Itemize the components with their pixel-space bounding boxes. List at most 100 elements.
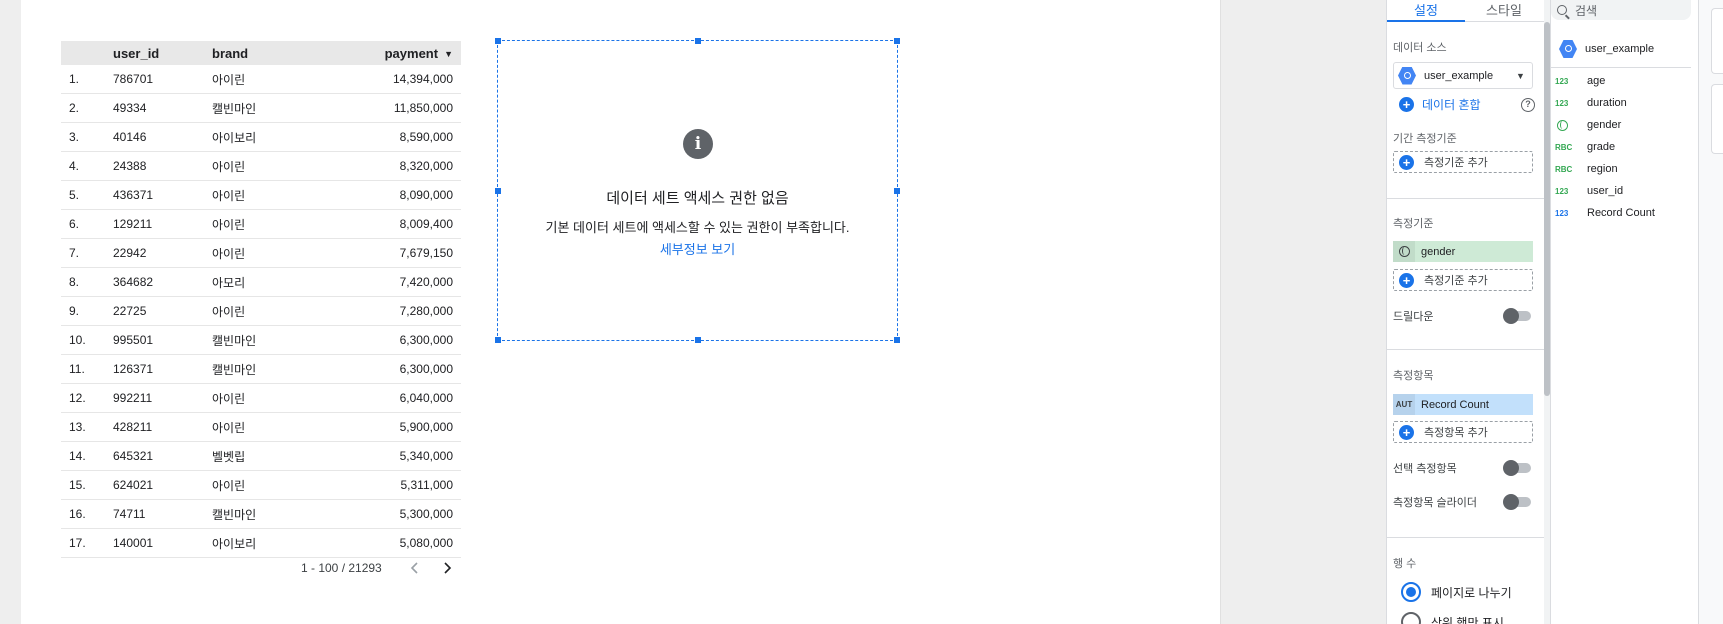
sort-desc-icon: ▼ [444,49,453,60]
table-row[interactable]: 3. 40146 아이보리 8,590,000 [61,123,461,152]
table-row[interactable]: 6. 129211 아이린 8,009,400 [61,210,461,239]
globe-icon [1393,241,1415,262]
field-item[interactable]: 123 user_id [1555,183,1623,199]
cell-brand: 아이린 [212,72,246,87]
row-index: 15. [69,478,86,492]
cell-brand: 아이린 [212,391,246,406]
cell-user-id: 624021 [113,478,154,492]
cell-payment: 14,394,000 [392,72,453,86]
bigquery-icon [1398,66,1416,85]
cell-brand: 아이린 [212,478,246,493]
add-date-dimension-button[interactable]: + 측정기준 추가 [1393,151,1533,173]
table-row[interactable]: 5. 436371 아이린 8,090,000 [61,181,461,210]
paginate-radio[interactable] [1401,582,1421,602]
table-pager: 1 - 100 / 21293 [301,558,461,578]
table-row[interactable]: 9. 22725 아이린 7,280,000 [61,297,461,326]
field-item[interactable]: 123 duration [1555,95,1627,111]
add-metric-label: 측정항목 추가 [1424,427,1488,439]
table-row[interactable]: 13. 428211 아이린 5,900,000 [61,413,461,442]
field-item[interactable]: 123 Record Count [1555,205,1655,221]
field-search-input[interactable]: 검색 [1551,0,1691,20]
cell-payment: 7,420,000 [399,275,453,289]
field-name: grade [1587,141,1616,153]
table-row[interactable]: 4. 24388 아이린 8,320,000 [61,152,461,181]
add-metric-button[interactable]: + 측정항목 추가 [1393,421,1533,443]
show-top-option[interactable]: 상위 행만 표시 [1401,612,1504,624]
date-range-label: 기간 측정기준 [1393,133,1457,145]
cell-brand: 벨벳립 [212,449,246,464]
drilldown-toggle[interactable] [1503,308,1531,324]
optional-metrics-label: 선택 측정항목 [1393,463,1457,475]
data-source-select[interactable]: user_example ▼ [1393,62,1533,89]
table-row[interactable]: 17. 140001 아이보리 5,080,000 [61,529,461,558]
cell-brand: 캘빈마인 [212,507,257,522]
table-row[interactable]: 12. 992211 아이린 6,040,000 [61,384,461,413]
cell-payment: 5,340,000 [399,449,453,463]
prev-page-icon[interactable] [404,558,426,578]
add-icon: + [1399,97,1414,112]
blend-data-button[interactable]: + 데이터 혼합 ? [1399,96,1535,113]
table-row[interactable]: 15. 624021 아이린 5,311,000 [61,471,461,500]
resize-handle-t[interactable] [695,38,701,44]
next-page-icon[interactable] [436,558,458,578]
metric-slider-toggle[interactable] [1503,494,1531,510]
add-dimension-button[interactable]: + 측정기준 추가 [1393,269,1533,291]
cell-payment: 5,311,000 [400,478,454,492]
cell-user-id: 140001 [113,536,154,550]
error-description: 기본 데이터 세트에 액세스할 수 있는 권한이 부족합니다. [545,220,850,235]
add-icon: + [1399,424,1414,440]
metric-slider-row: 측정항목 슬라이더 [1393,494,1531,510]
resize-handle-b[interactable] [695,337,701,343]
table-row[interactable]: 16. 74711 캘빈마인 5,300,000 [61,500,461,529]
properties-panel: 설정 스타일 데이터 소스 user_example ▼ + 데이터 혼합 ? … [1386,0,1545,624]
field-item[interactable]: 123 age [1555,73,1605,89]
table-row[interactable]: 2. 49334 캘빈마인 11,850,000 [61,94,461,123]
cell-payment: 7,280,000 [399,304,453,318]
row-index: 12. [69,391,86,405]
error-chart[interactable]: i 데이터 세트 액세스 권한 없음 기본 데이터 세트에 액세스할 수 있는 … [495,38,900,343]
header-payment[interactable]: payment ▼ [312,46,461,61]
metric-chip-record-count[interactable]: AUT Record Count [1393,394,1533,415]
header-user-id[interactable]: user_id [113,46,212,61]
chevron-down-icon: ▼ [1516,70,1525,81]
header-brand[interactable]: brand [212,46,312,61]
resize-handle-br[interactable] [894,337,900,343]
details-link[interactable]: 세부정보 보기 [498,239,897,258]
row-index: 17. [69,536,86,550]
field-item[interactable]: gender [1555,117,1621,133]
side-tab-data[interactable] [1711,8,1723,74]
help-icon[interactable]: ? [1521,97,1535,112]
optional-metrics-toggle[interactable] [1503,460,1531,476]
bigquery-icon [1559,40,1577,58]
field-item[interactable]: RBC region [1555,161,1618,177]
add-icon: + [1399,272,1414,288]
paginate-option[interactable]: 페이지로 나누기 [1401,582,1512,602]
table-chart[interactable]: user_id brand payment ▼ 1. 786701 아이린 14,394… [61,41,461,558]
resize-handle-tl[interactable] [495,38,501,44]
cell-brand: 아이린 [212,159,246,174]
table-row[interactable]: 10. 995501 캘빈마인 6,300,000 [61,326,461,355]
field-item[interactable]: RBC grade [1555,139,1615,155]
table-row[interactable]: 11. 126371 캘빈마인 6,300,000 [61,355,461,384]
table-row[interactable]: 8. 364682 아모리 7,420,000 [61,268,461,297]
dimension-chip-gender[interactable]: gender [1393,241,1533,262]
cell-payment: 7,679,150 [399,246,453,260]
resize-handle-tr[interactable] [894,38,900,44]
properties-tabs: 설정 스타일 [1387,0,1545,22]
dimension-chip-label: gender [1421,245,1456,258]
data-source-value: user_example [1424,69,1494,82]
cell-payment: 11,850,000 [393,101,453,115]
side-tab-properties[interactable] [1711,84,1723,154]
resize-handle-bl[interactable] [495,337,501,343]
optional-metrics-row: 선택 측정항목 [1393,460,1531,476]
cell-user-id: 22942 [113,246,147,260]
table-row[interactable]: 1. 786701 아이린 14,394,000 [61,65,461,94]
tab-setup[interactable]: 설정 [1387,0,1465,22]
table-row[interactable]: 7. 22942 아이린 7,679,150 [61,239,461,268]
metric-slider-label: 측정항목 슬라이더 [1393,497,1478,509]
cell-payment: 8,320,000 [399,159,453,173]
data-source-header[interactable]: user_example [1555,40,1654,58]
table-row[interactable]: 14. 645321 벨벳립 5,340,000 [61,442,461,471]
show-top-radio[interactable] [1401,612,1421,624]
tab-style[interactable]: 스타일 [1465,0,1543,22]
